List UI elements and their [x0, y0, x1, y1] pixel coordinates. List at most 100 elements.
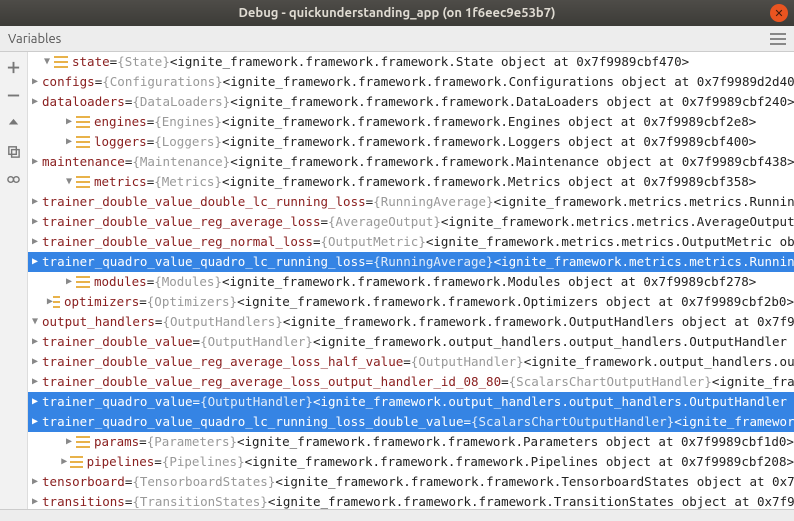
tree-row[interactable]: ▶transitions = {TransitionStates} <ignit… [28, 492, 794, 509]
tree-row[interactable]: ▼output_handlers = {OutputHandlers} <ign… [28, 312, 794, 332]
panel-settings-icon[interactable] [770, 33, 786, 45]
arrow-up-icon [6, 116, 21, 131]
tree-row[interactable]: ▶trainer_quadro_value_quadro_lc_running_… [28, 412, 794, 432]
variable-type: {Loggers} [154, 132, 222, 152]
equals: = [155, 312, 163, 332]
expand-arrow-right-icon[interactable]: ▶ [32, 212, 38, 232]
variable-type: {Maintenance} [132, 152, 230, 172]
main-area: ▼state = {State} <ignite_framework.frame… [0, 52, 794, 509]
duplicate-button[interactable] [5, 142, 23, 160]
variable-name: trainer_quadro_value_quadro_lc_running_l… [42, 412, 463, 432]
window-title: Debug - quickunderstanding_app (on 1f6ee… [238, 6, 555, 20]
variable-value: <ignite_framework.output_handlers.output [524, 352, 794, 372]
variable-name: trainer_quadro_value_quadro_lc_running_l… [42, 252, 366, 272]
tree-row[interactable]: ▶engines = {Engines} <ignite_framework.f… [28, 112, 794, 132]
equals: = [139, 292, 147, 312]
tree-row[interactable]: ▶tensorboard = {TensorboardStates} <igni… [28, 472, 794, 492]
window-close-button[interactable]: ✕ [770, 4, 788, 22]
equals: = [110, 52, 118, 72]
variable-icon [76, 176, 90, 188]
panel-tab-variables[interactable]: Variables [8, 32, 61, 46]
tree-row[interactable]: ▶trainer_double_value_reg_average_loss =… [28, 212, 794, 232]
remove-watch-button[interactable] [5, 86, 23, 104]
expand-arrow-right-icon[interactable]: ▶ [62, 272, 76, 292]
expand-arrow-right-icon[interactable]: ▶ [32, 72, 38, 92]
variable-name: modules [94, 272, 147, 292]
variable-name: configs [42, 72, 95, 92]
tree-row[interactable]: ▶trainer_double_value_reg_normal_loss = … [28, 232, 794, 252]
variable-type: {DataLoaders} [132, 92, 230, 112]
equals: = [463, 412, 471, 432]
expand-arrow-right-icon[interactable]: ▶ [62, 112, 76, 132]
tree-row[interactable]: ▼state = {State} <ignite_framework.frame… [28, 52, 794, 72]
add-watch-button[interactable] [5, 58, 23, 76]
variables-tree[interactable]: ▼state = {State} <ignite_framework.frame… [28, 52, 794, 509]
variable-name: params [94, 432, 139, 452]
expand-arrow-down-icon[interactable]: ▼ [62, 172, 76, 192]
link-button[interactable] [5, 170, 23, 188]
variable-value: <ignite_framework.output_handlers.output… [313, 392, 794, 412]
equals: = [403, 352, 411, 372]
expand-arrow-right-icon[interactable]: ▶ [32, 412, 38, 432]
expand-arrow-right-icon[interactable]: ▶ [32, 152, 38, 172]
expand-arrow-right-icon[interactable]: ▶ [32, 352, 38, 372]
variable-value: <ignite_framework.framework.framework.Mo… [222, 272, 756, 292]
equals: = [366, 192, 374, 212]
equals: = [501, 372, 509, 392]
expand-arrow-down-icon[interactable]: ▼ [40, 52, 54, 72]
variable-name: trainer_double_value_reg_normal_loss [42, 232, 313, 252]
copy-icon [6, 144, 21, 159]
tree-row[interactable]: ▶trainer_double_value_double_lc_running_… [28, 192, 794, 212]
variable-type: {ScalarsChartOutputHandler} [471, 412, 674, 432]
tree-row[interactable]: ▶optimizers = {Optimizers} <ignite_frame… [28, 292, 794, 312]
tree-row[interactable]: ▶maintenance = {Maintenance} <ignite_fra… [28, 152, 794, 172]
expand-arrow-right-icon[interactable]: ▶ [62, 132, 76, 152]
variable-icon [76, 436, 90, 448]
tree-row[interactable]: ▶trainer_double_value_reg_average_loss_o… [28, 372, 794, 392]
expand-arrow-right-icon[interactable]: ▶ [32, 252, 38, 272]
expand-arrow-right-icon[interactable]: ▶ [32, 372, 38, 392]
tree-row[interactable]: ▶trainer_double_value = {OutputHandler} … [28, 332, 794, 352]
expand-arrow-right-icon[interactable]: ▶ [32, 492, 38, 509]
tree-row[interactable]: ▼metrics = {Metrics} <ignite_framework.f… [28, 172, 794, 192]
expand-arrow-right-icon[interactable]: ▶ [32, 332, 38, 352]
tree-row[interactable]: ▶params = {Parameters} <ignite_framework… [28, 432, 794, 452]
tree-row[interactable]: ▶trainer_double_value_reg_average_loss_h… [28, 352, 794, 372]
variable-type: {Configurations} [102, 72, 222, 92]
left-gutter [0, 52, 28, 509]
variable-value: <ignite_framew [712, 372, 794, 392]
tree-row[interactable]: ▶trainer_quadro_value = {OutputHandler} … [28, 392, 794, 412]
tree-row[interactable]: ▶configs = {Configurations} <ignite_fram… [28, 72, 794, 92]
tree-row[interactable]: ▶pipelines = {Pipelines} <ignite_framewo… [28, 452, 794, 472]
tree-row[interactable]: ▶loggers = {Loggers} <ignite_framework.f… [28, 132, 794, 152]
equals: = [193, 332, 201, 352]
up-button[interactable] [5, 114, 23, 132]
equals: = [147, 272, 155, 292]
expand-arrow-down-icon[interactable]: ▼ [32, 312, 38, 332]
variable-value: <ignite_framework.framework.framework.Te… [275, 472, 794, 492]
expand-arrow-right-icon[interactable]: ▶ [32, 232, 38, 252]
expand-arrow-right-icon[interactable]: ▶ [58, 452, 70, 472]
expand-arrow-right-icon[interactable]: ▶ [62, 432, 76, 452]
tree-row[interactable]: ▶modules = {Modules} <ignite_framework.f… [28, 272, 794, 292]
expand-arrow-right-icon[interactable]: ▶ [46, 292, 53, 312]
status-bar [0, 509, 794, 521]
expand-arrow-right-icon[interactable]: ▶ [32, 392, 38, 412]
variable-name: trainer_double_value_double_lc_running_l… [42, 192, 366, 212]
window-titlebar: Debug - quickunderstanding_app (on 1f6ee… [0, 0, 794, 26]
equals: = [320, 212, 328, 232]
variable-value: <ignite_framework.framework.framework.Ma… [230, 152, 794, 172]
tree-row[interactable]: ▶dataloaders = {DataLoaders} <ignite_fra… [28, 92, 794, 112]
variable-type: {Parameters} [147, 432, 237, 452]
close-icon: ✕ [774, 7, 783, 20]
expand-arrow-right-icon[interactable]: ▶ [32, 472, 38, 492]
equals: = [95, 72, 103, 92]
expand-arrow-right-icon[interactable]: ▶ [32, 192, 38, 212]
variable-type: {Optimizers} [147, 292, 237, 312]
variable-value: <ignite_framework.framework.framework.Op… [237, 292, 794, 312]
variable-name: engines [94, 112, 147, 132]
variable-type: {OutputMetric} [321, 232, 426, 252]
variable-value: <ignite_framework.framework.framework.St… [170, 52, 689, 72]
tree-row[interactable]: ▶trainer_quadro_value_quadro_lc_running_… [28, 252, 794, 272]
expand-arrow-right-icon[interactable]: ▶ [32, 92, 38, 112]
